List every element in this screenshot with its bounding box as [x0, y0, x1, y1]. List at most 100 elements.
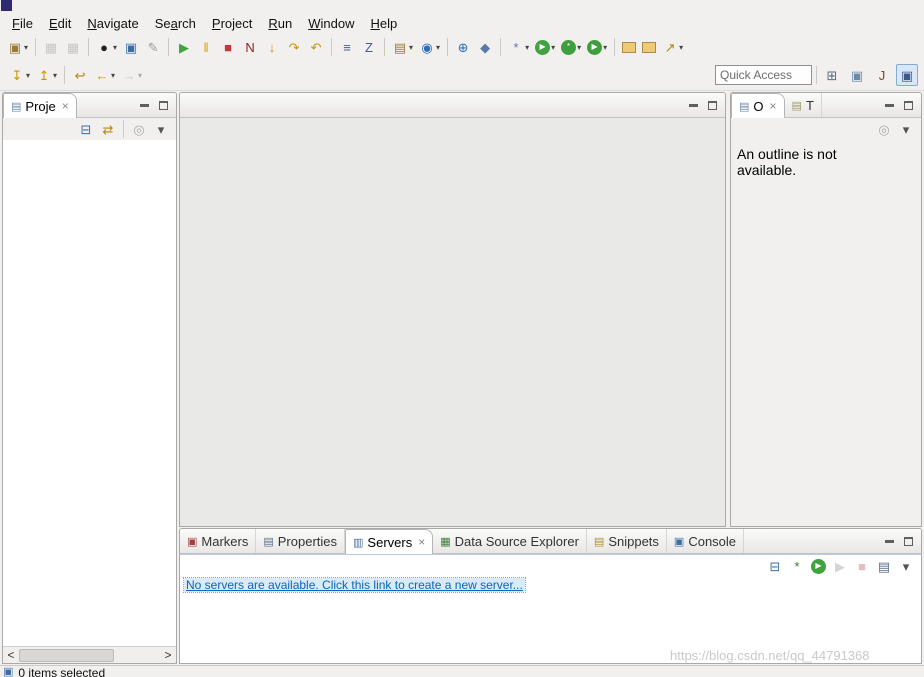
scroll-right-icon[interactable]: > [160, 648, 176, 662]
menu-window[interactable]: Window [300, 13, 362, 34]
back-button[interactable]: ←▾ [91, 64, 118, 86]
wand-button[interactable]: ↗▾ [659, 36, 686, 58]
tab-console[interactable]: ▣Console [667, 529, 744, 553]
publish-button[interactable]: ▤ [873, 555, 895, 577]
tab-data-source-explorer[interactable]: ▦Data Source Explorer [433, 529, 587, 553]
maximize-button[interactable] [904, 537, 913, 546]
previous-annotation-button[interactable]: ↥▾ [33, 64, 60, 86]
run-on-server-dropdown-arrow[interactable]: ▾ [436, 43, 440, 52]
step-filters-button[interactable]: Z [358, 36, 380, 58]
perspective-javaee-button[interactable]: ▣ [896, 64, 918, 86]
maximize-button[interactable] [708, 101, 717, 110]
disconnect-button[interactable]: N [239, 36, 261, 58]
save-all-icon: ▦ [65, 39, 81, 55]
wand-dropdown-arrow[interactable]: ▾ [679, 43, 683, 52]
view-menu-icon: ▾ [898, 121, 914, 137]
search-button[interactable]: ◆ [474, 36, 496, 58]
link-editor-button[interactable]: ⇄ [97, 118, 119, 140]
focus-button[interactable]: ◎ [873, 118, 895, 140]
view-menu-button[interactable]: ▾ [895, 118, 917, 140]
menu-edit[interactable]: Edit [41, 13, 79, 34]
external-tools-dropdown-arrow[interactable]: ▾ [603, 43, 607, 52]
close-icon[interactable]: × [418, 535, 425, 549]
outline-content: An outline is not available. [731, 140, 921, 526]
open-file-button[interactable] [619, 36, 639, 58]
create-server-link[interactable]: No servers are available. Click this lin… [184, 578, 525, 592]
next-annotation-button[interactable]: ↧▾ [6, 64, 33, 86]
debug-button[interactable]: *▾ [558, 36, 584, 58]
profile-server-icon: ▶ [832, 558, 848, 574]
menu-help[interactable]: Help [362, 13, 405, 34]
resume-button[interactable]: ▶ [173, 36, 195, 58]
run-on-server-button[interactable]: ◉▾ [416, 36, 443, 58]
start-server-button[interactable]: ▶ [808, 555, 829, 577]
annotations-button[interactable]: *▾ [505, 36, 532, 58]
open-perspective-button[interactable]: ⊞ [821, 64, 843, 86]
run-button[interactable]: ▶▾ [532, 36, 558, 58]
menu-run[interactable]: Run [260, 13, 300, 34]
external-tools-button[interactable]: ▶▾ [584, 36, 610, 58]
debug-dropdown-arrow[interactable]: ▾ [577, 43, 581, 52]
collapse-all-button[interactable]: ⊟ [75, 118, 97, 140]
previous-annotation-dropdown-arrow[interactable]: ▾ [53, 71, 57, 80]
collapse-all-button[interactable]: ⊟ [764, 555, 786, 577]
record-dropdown-arrow[interactable]: ▾ [113, 43, 117, 52]
new-wizard-dropdown-arrow[interactable]: ▾ [24, 43, 28, 52]
skip-breakpoints-button[interactable]: ≡ [336, 36, 358, 58]
servers-view-content: ⊟*▶▶■▤▾ No servers are available. Click … [180, 554, 921, 663]
tab-servers[interactable]: ▥Servers× [345, 529, 433, 554]
next-annotation-dropdown-arrow[interactable]: ▾ [26, 71, 30, 80]
tab-snippets[interactable]: ▤Snippets [587, 529, 667, 553]
debug-server-button[interactable]: * [786, 555, 808, 577]
toolbar-separator [447, 38, 448, 56]
record-button[interactable]: ●▾ [93, 36, 120, 58]
view-menu-button[interactable]: ▾ [150, 118, 172, 140]
new-wizard-button[interactable]: ▣▾ [4, 36, 31, 58]
project-explorer-tree[interactable] [3, 140, 176, 646]
close-icon[interactable]: × [770, 99, 777, 113]
last-edit-location-button[interactable]: ↩ [69, 64, 91, 86]
menu-navigate[interactable]: Navigate [79, 13, 146, 34]
web-browser-button[interactable]: ⊕ [452, 36, 474, 58]
new-servlet-dropdown-arrow[interactable]: ▾ [409, 43, 413, 52]
editor-content[interactable] [180, 118, 725, 526]
scroll-left-icon[interactable]: < [3, 648, 19, 662]
quick-access-input[interactable] [715, 65, 812, 85]
menu-project[interactable]: Project [204, 13, 260, 34]
suspend-button[interactable]: ‖ [195, 36, 217, 58]
maximize-button[interactable] [159, 101, 168, 110]
horizontal-scrollbar[interactable]: < > [3, 646, 176, 663]
maximize-button[interactable] [904, 101, 913, 110]
perspective-debug-button[interactable]: ▣ [846, 64, 868, 86]
run-dropdown-arrow[interactable]: ▾ [551, 43, 555, 52]
new-servlet-button[interactable]: ▤▾ [389, 36, 416, 58]
tab-properties[interactable]: ▤Properties [256, 529, 345, 553]
view-menu-button[interactable]: ▾ [895, 555, 917, 577]
tab-o[interactable]: ▤O× [731, 93, 785, 118]
minimize-button[interactable] [885, 104, 894, 107]
scrollbar-thumb[interactable] [19, 649, 114, 662]
minimize-button[interactable] [689, 104, 698, 107]
open-folder-button[interactable] [639, 36, 659, 58]
tab-proje[interactable]: ▤Proje× [3, 93, 77, 118]
pin-editor-button[interactable]: ✎ [142, 36, 164, 58]
tab-t[interactable]: ▤T [785, 93, 822, 117]
forward-dropdown-arrow[interactable]: ▾ [138, 71, 142, 80]
step-into-button[interactable]: ↓ [261, 36, 283, 58]
perspective-java-button[interactable]: J [871, 64, 893, 86]
close-icon[interactable]: × [62, 99, 69, 113]
back-dropdown-arrow[interactable]: ▾ [111, 71, 115, 80]
step-over-button[interactable]: ↷ [283, 36, 305, 58]
menu-file[interactable]: File [4, 13, 41, 34]
focus-button[interactable]: ◎ [128, 118, 150, 140]
minimize-button[interactable] [140, 104, 149, 107]
annotations-dropdown-arrow[interactable]: ▾ [525, 43, 529, 52]
tab-markers[interactable]: ▣Markers [180, 529, 256, 553]
minimize-button[interactable] [885, 540, 894, 543]
step-return-button[interactable]: ↶ [305, 36, 327, 58]
open-console-button[interactable]: ▣ [120, 36, 142, 58]
menu-search[interactable]: Search [147, 13, 204, 34]
forward-icon: → [121, 67, 137, 83]
terminate-button[interactable]: ■ [217, 36, 239, 58]
toolbar-separator [123, 120, 124, 138]
